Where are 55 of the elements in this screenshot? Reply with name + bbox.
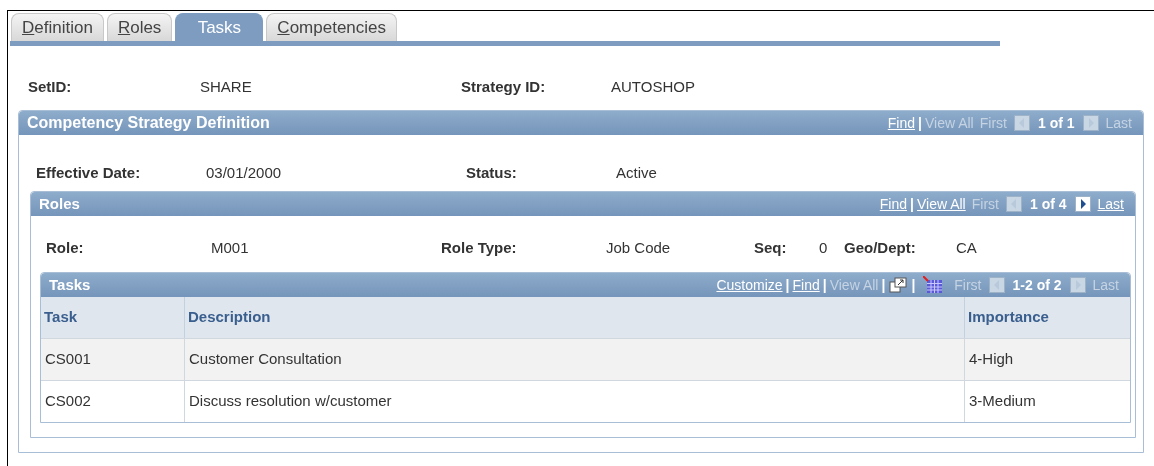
section-title: Roles [38, 193, 80, 214]
nav-link[interactable]: View All [921, 112, 977, 134]
field-label: Geo/Dept: [844, 238, 917, 258]
separator: | [910, 194, 914, 214]
column-header: Importance [964, 297, 1130, 338]
separator: | [881, 275, 886, 295]
tab[interactable]: Roles [106, 13, 173, 41]
field-value: CA [956, 238, 977, 258]
nav-link[interactable]: Last [1094, 193, 1127, 215]
field-value: M001 [211, 238, 250, 258]
record-count: 1-2 of 2 [1011, 275, 1063, 295]
record-count: 1 of 4 [1028, 194, 1068, 214]
tab[interactable]: Definition [11, 13, 104, 41]
record-count: 1 of 1 [1036, 113, 1076, 133]
field-value: Job Code [606, 238, 672, 258]
table-cell: CS001 [41, 338, 184, 380]
zoom-icon[interactable] [889, 277, 908, 293]
nav-link[interactable]: Find [876, 193, 911, 215]
nav-link[interactable]: First [951, 274, 985, 296]
field-label: Status: [466, 163, 518, 183]
separator: | [822, 275, 827, 295]
separator: | [911, 275, 916, 295]
section-title: Competency Strategy Definition [26, 113, 270, 133]
field-value: SHARE [200, 77, 253, 97]
nav-link[interactable]: View All [913, 193, 969, 215]
field-value: Active [616, 163, 657, 183]
nav-link[interactable]: Find [884, 112, 919, 134]
section-title: Tasks [48, 274, 91, 295]
field-label: Seq: [754, 238, 788, 258]
column-header: Description [184, 297, 964, 338]
nav-link[interactable]: Customize [713, 274, 786, 296]
nav-link[interactable]: Last [1102, 112, 1135, 134]
grid-icon[interactable] [923, 276, 944, 294]
field-label: Strategy ID: [461, 77, 547, 97]
field-label: Effective Date: [36, 163, 142, 183]
nav-link[interactable]: Find [789, 274, 823, 296]
nav-link[interactable]: Last [1089, 274, 1122, 296]
nav-link[interactable]: First [968, 193, 1002, 215]
field-label: Role Type: [441, 238, 518, 258]
tab[interactable]: Tasks [175, 13, 264, 41]
separator: | [918, 113, 922, 133]
table-cell: Customer Consultation [184, 338, 964, 380]
field-label: SetID: [28, 77, 73, 97]
column-header: Task [41, 297, 184, 338]
field-value: AUTOSHOP [611, 77, 695, 97]
field-value: 0 [819, 238, 829, 258]
table-cell: 3-Medium [964, 380, 1130, 422]
table-cell: Discuss resolution w/customer [184, 380, 964, 422]
field-value: 03/01/2000 [206, 163, 283, 183]
table-cell: 4-High [964, 338, 1130, 380]
separator: | [785, 275, 790, 295]
nav-link[interactable]: View All [826, 274, 882, 296]
tab[interactable]: Competencies [266, 13, 398, 41]
field-label: Role: [46, 238, 85, 258]
nav-link[interactable]: First [976, 112, 1010, 134]
